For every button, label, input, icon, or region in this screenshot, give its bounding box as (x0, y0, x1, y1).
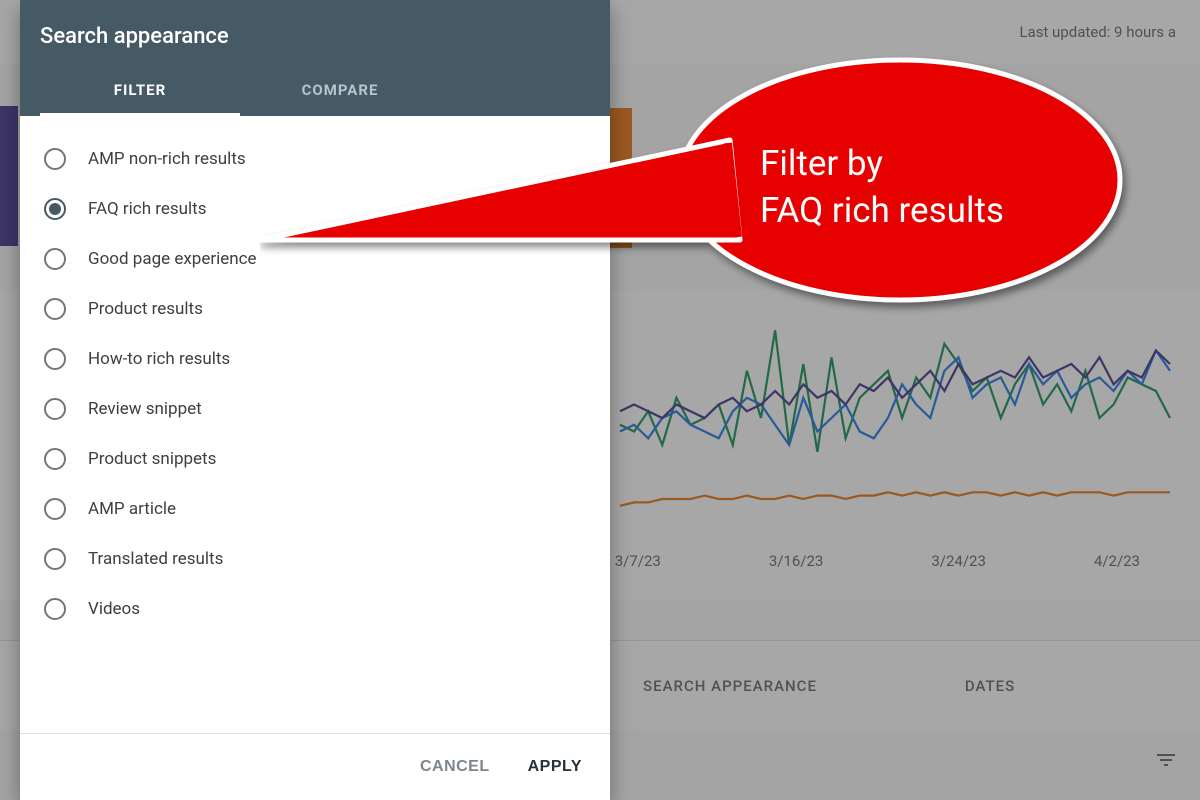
radio-icon (44, 598, 66, 620)
filter-option-product-res[interactable]: Product results (38, 284, 600, 334)
filter-option-label: Product results (88, 299, 203, 319)
dialog-tab-filter[interactable]: FILTER (40, 67, 240, 116)
dialog-footer: CANCEL APPLY (20, 733, 610, 800)
dialog-tab-compare[interactable]: COMPARE (240, 67, 440, 116)
filter-option-label: How-to rich results (88, 349, 230, 369)
radio-icon (44, 498, 66, 520)
dialog-header: Search appearance FILTER COMPARE (20, 0, 610, 116)
filter-option-amp-article[interactable]: AMP article (38, 484, 600, 534)
filter-option-videos[interactable]: Videos (38, 584, 600, 634)
radio-icon (44, 348, 66, 370)
radio-icon (44, 448, 66, 470)
radio-icon (44, 198, 66, 220)
radio-icon (44, 298, 66, 320)
cancel-button[interactable]: CANCEL (414, 752, 496, 782)
filter-option-label: Good page experience (88, 249, 257, 269)
apply-button[interactable]: APPLY (522, 752, 588, 782)
filter-option-label: Review snippet (88, 399, 202, 419)
filter-option-label: Videos (88, 599, 140, 619)
radio-icon (44, 248, 66, 270)
filter-option-label: Translated results (88, 549, 223, 569)
radio-icon (44, 398, 66, 420)
radio-icon (44, 548, 66, 570)
filter-option-label: FAQ rich results (88, 199, 207, 219)
search-appearance-dialog: Search appearance FILTER COMPARE AMP non… (20, 0, 610, 800)
filter-option-label: Product snippets (88, 449, 216, 469)
dialog-tabs: FILTER COMPARE (40, 67, 590, 116)
radio-icon (44, 148, 66, 170)
filter-option-howto-rich[interactable]: How-to rich results (38, 334, 600, 384)
filter-option-label: AMP non-rich results (88, 149, 246, 169)
dialog-title: Search appearance (40, 20, 590, 67)
filter-option-label: AMP article (88, 499, 176, 519)
filter-options-list: AMP non-rich results FAQ rich results Good… (20, 116, 610, 733)
filter-option-translated[interactable]: Translated results (38, 534, 600, 584)
filter-option-review-snip[interactable]: Review snippet (38, 384, 600, 434)
filter-option-amp-nonrich[interactable]: AMP non-rich results (38, 134, 600, 184)
filter-option-faq-rich[interactable]: FAQ rich results (38, 184, 600, 234)
filter-option-product-snip[interactable]: Product snippets (38, 434, 600, 484)
filter-option-good-page-exp[interactable]: Good page experience (38, 234, 600, 284)
